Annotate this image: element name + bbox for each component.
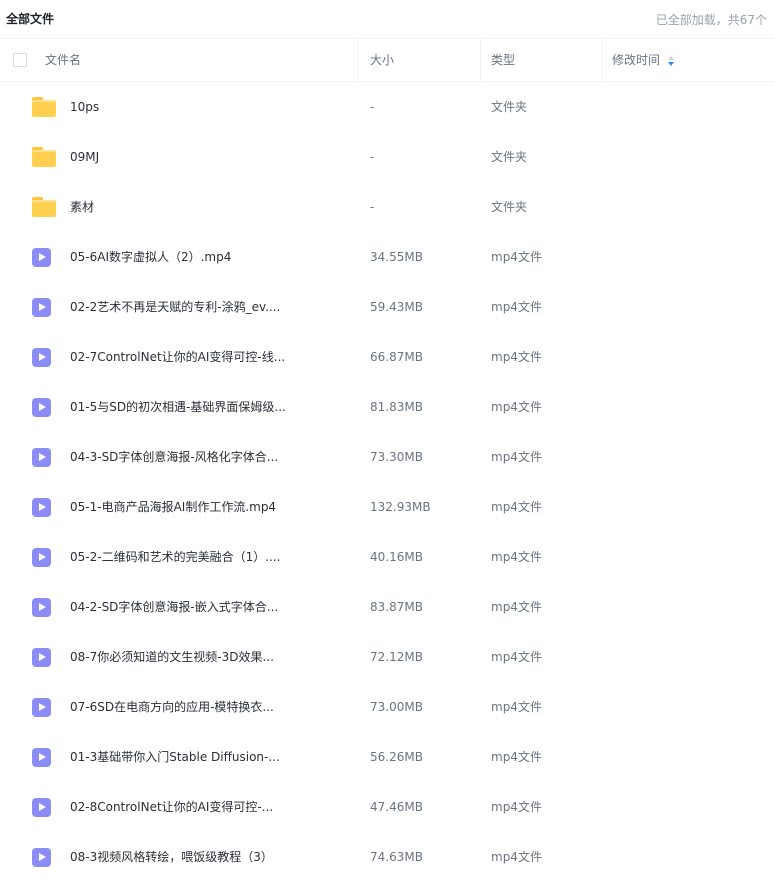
- select-all-checkbox[interactable]: [13, 53, 27, 67]
- file-type: mp4文件: [491, 750, 542, 764]
- file-name[interactable]: 10ps: [70, 82, 99, 132]
- file-row[interactable]: 04-3-SD字体创意海报-风格化字体合... 73.30MB mp4文件: [0, 432, 775, 482]
- file-row[interactable]: 10ps - 文件夹: [0, 82, 775, 132]
- column-type-header[interactable]: 类型: [491, 39, 515, 81]
- file-size: 40.16MB: [370, 550, 423, 564]
- file-type: mp4文件: [491, 300, 542, 314]
- file-name[interactable]: 01-3基础带你入门Stable Diffusion-...: [70, 732, 280, 782]
- file-name[interactable]: 02-2艺术不再是天赋的专利-涂鸦_ev....: [70, 282, 280, 332]
- video-file-icon: [32, 448, 51, 467]
- video-file-icon: [32, 698, 51, 717]
- video-file-icon: [32, 748, 51, 767]
- file-row[interactable]: 01-3基础带你入门Stable Diffusion-... 56.26MB m…: [0, 732, 775, 782]
- file-type: mp4文件: [491, 350, 542, 364]
- file-size: 47.46MB: [370, 800, 423, 814]
- file-name[interactable]: 01-5与SD的初次相遇-基础界面保姆级...: [70, 382, 286, 432]
- column-size-header[interactable]: 大小: [370, 39, 394, 81]
- file-row[interactable]: 08-7你必须知道的文生视频-3D效果... 72.12MB mp4文件: [0, 632, 775, 682]
- file-size: 66.87MB: [370, 350, 423, 364]
- file-type: 文件夹: [491, 100, 528, 114]
- file-name[interactable]: 09MJ: [70, 132, 99, 182]
- file-size: 59.43MB: [370, 300, 423, 314]
- file-row[interactable]: 05-1-电商产品海报AI制作工作流.mp4 132.93MB mp4文件: [0, 482, 775, 532]
- top-bar: 全部文件 已全部加载，共67个: [0, 0, 775, 38]
- file-size: 74.63MB: [370, 850, 423, 864]
- breadcrumb-all-files[interactable]: 全部文件: [6, 10, 54, 27]
- column-modified-label: 修改时间: [612, 53, 661, 67]
- file-name[interactable]: 素材: [70, 182, 94, 232]
- file-type: mp4文件: [491, 500, 542, 514]
- file-type: 文件夹: [491, 150, 528, 164]
- video-file-icon: [32, 298, 51, 317]
- file-name[interactable]: 05-2-二维码和艺术的完美融合（1）....: [70, 532, 280, 582]
- file-name[interactable]: 07-6SD在电商方向的应用-模特换衣...: [70, 682, 274, 732]
- file-size: 34.55MB: [370, 250, 423, 264]
- file-size: -: [370, 200, 375, 214]
- file-type: mp4文件: [491, 550, 542, 564]
- file-size: 72.12MB: [370, 650, 423, 664]
- file-type: mp4文件: [491, 850, 542, 864]
- file-size: 73.00MB: [370, 700, 423, 714]
- file-name[interactable]: 04-3-SD字体创意海报-风格化字体合...: [70, 432, 278, 482]
- file-row[interactable]: 04-2-SD字体创意海报-嵌入式字体合... 83.87MB mp4文件: [0, 582, 775, 632]
- video-file-icon: [32, 398, 51, 417]
- file-name[interactable]: 08-3视频风格转绘，喂饭级教程（3）: [70, 832, 273, 882]
- file-type: mp4文件: [491, 650, 542, 664]
- file-type: mp4文件: [491, 600, 542, 614]
- file-row[interactable]: 08-3视频风格转绘，喂饭级教程（3） 74.63MB mp4文件: [0, 832, 775, 882]
- column-name-header[interactable]: 文件名: [45, 39, 81, 81]
- loaded-status: 已全部加载，共67个: [655, 13, 767, 27]
- file-row[interactable]: 01-5与SD的初次相遇-基础界面保姆级... 81.83MB mp4文件: [0, 382, 775, 432]
- file-list: 10ps - 文件夹 09MJ - 文件夹 素材 - 文件夹 05-6AI数字虚…: [0, 82, 775, 882]
- file-row[interactable]: 素材 - 文件夹: [0, 182, 775, 232]
- file-size: 81.83MB: [370, 400, 423, 414]
- file-size: -: [370, 150, 375, 164]
- file-name[interactable]: 05-1-电商产品海报AI制作工作流.mp4: [70, 482, 276, 532]
- video-file-icon: [32, 248, 51, 267]
- video-file-icon: [32, 498, 51, 517]
- file-size: -: [370, 100, 375, 114]
- file-size: 132.93MB: [370, 500, 431, 514]
- file-name[interactable]: 05-6AI数字虚拟人（2）.mp4: [70, 232, 231, 282]
- file-size: 56.26MB: [370, 750, 423, 764]
- file-type: mp4文件: [491, 250, 542, 264]
- column-divider[interactable]: [358, 39, 359, 81]
- file-name[interactable]: 08-7你必须知道的文生视频-3D效果...: [70, 632, 274, 682]
- file-name[interactable]: 02-7ControlNet让你的AI变得可控-线...: [70, 332, 285, 382]
- file-size: 83.87MB: [370, 600, 423, 614]
- video-file-icon: [32, 348, 51, 367]
- file-type: mp4文件: [491, 800, 542, 814]
- file-type: 文件夹: [491, 200, 528, 214]
- video-file-icon: [32, 798, 51, 817]
- file-row[interactable]: 09MJ - 文件夹: [0, 132, 775, 182]
- file-type: mp4文件: [491, 700, 542, 714]
- table-header: 文件名 大小 类型 修改时间: [0, 38, 775, 82]
- file-row[interactable]: 02-7ControlNet让你的AI变得可控-线... 66.87MB mp4…: [0, 332, 775, 382]
- column-divider[interactable]: [480, 39, 481, 81]
- file-type: mp4文件: [491, 450, 542, 464]
- file-row[interactable]: 07-6SD在电商方向的应用-模特换衣... 73.00MB mp4文件: [0, 682, 775, 732]
- file-row[interactable]: 05-2-二维码和艺术的完美融合（1）.... 40.16MB mp4文件: [0, 532, 775, 582]
- file-type: mp4文件: [491, 400, 542, 414]
- video-file-icon: [32, 848, 51, 867]
- video-file-icon: [32, 648, 51, 667]
- video-file-icon: [32, 598, 51, 617]
- folder-icon: [32, 147, 56, 167]
- video-file-icon: [32, 548, 51, 567]
- folder-icon: [32, 97, 56, 117]
- column-divider[interactable]: [601, 39, 602, 81]
- file-row[interactable]: 02-8ControlNet让你的AI变得可控-... 47.46MB mp4文…: [0, 782, 775, 832]
- column-modified-header[interactable]: 修改时间: [612, 39, 675, 81]
- file-size: 73.30MB: [370, 450, 423, 464]
- file-name[interactable]: 04-2-SD字体创意海报-嵌入式字体合...: [70, 582, 278, 632]
- file-row[interactable]: 05-6AI数字虚拟人（2）.mp4 34.55MB mp4文件: [0, 232, 775, 282]
- file-name[interactable]: 02-8ControlNet让你的AI变得可控-...: [70, 782, 273, 832]
- file-row[interactable]: 02-2艺术不再是天赋的专利-涂鸦_ev.... 59.43MB mp4文件: [0, 282, 775, 332]
- folder-icon: [32, 197, 56, 217]
- sort-desc-icon[interactable]: [668, 55, 675, 67]
